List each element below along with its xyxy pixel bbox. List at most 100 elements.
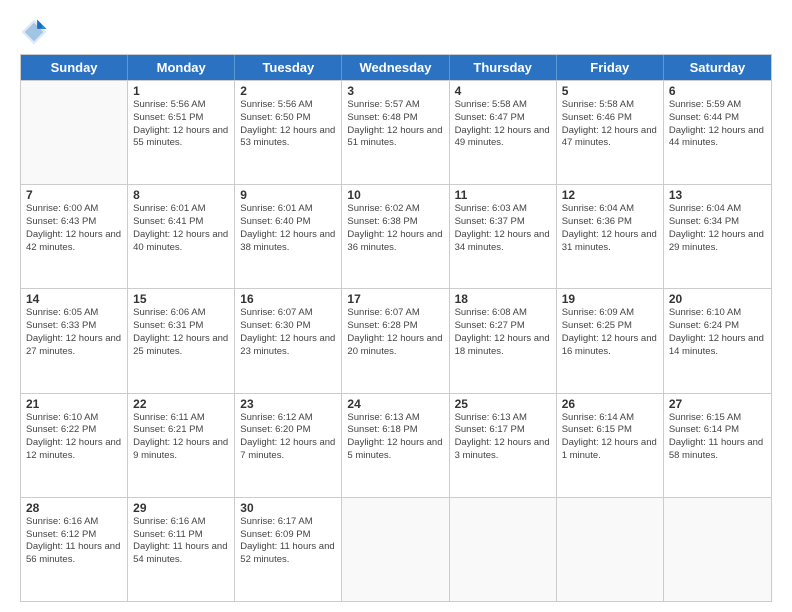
day-info: Sunrise: 6:09 AMSunset: 6:25 PMDaylight:…: [562, 307, 658, 358]
calendar-cell: 22Sunrise: 6:11 AMSunset: 6:21 PMDayligh…: [128, 394, 235, 497]
day-number: 6: [669, 84, 766, 98]
calendar-cell: 18Sunrise: 6:08 AMSunset: 6:27 PMDayligh…: [450, 289, 557, 392]
calendar-cell: 9Sunrise: 6:01 AMSunset: 6:40 PMDaylight…: [235, 185, 342, 288]
calendar-cell: [557, 498, 664, 601]
calendar-cell: 30Sunrise: 6:17 AMSunset: 6:09 PMDayligh…: [235, 498, 342, 601]
day-number: 11: [455, 188, 551, 202]
day-info: Sunrise: 6:02 AMSunset: 6:38 PMDaylight:…: [347, 203, 443, 254]
day-info: Sunrise: 6:15 AMSunset: 6:14 PMDaylight:…: [669, 412, 766, 463]
day-number: 23: [240, 397, 336, 411]
calendar-cell: 24Sunrise: 6:13 AMSunset: 6:18 PMDayligh…: [342, 394, 449, 497]
day-number: 2: [240, 84, 336, 98]
calendar-week-1: 1Sunrise: 5:56 AMSunset: 6:51 PMDaylight…: [21, 80, 771, 184]
calendar-day-header: Saturday: [664, 55, 771, 80]
day-info: Sunrise: 6:14 AMSunset: 6:15 PMDaylight:…: [562, 412, 658, 463]
day-number: 21: [26, 397, 122, 411]
day-number: 18: [455, 292, 551, 306]
day-info: Sunrise: 6:05 AMSunset: 6:33 PMDaylight:…: [26, 307, 122, 358]
calendar-header-row: SundayMondayTuesdayWednesdayThursdayFrid…: [21, 55, 771, 80]
day-number: 8: [133, 188, 229, 202]
day-info: Sunrise: 5:58 AMSunset: 6:46 PMDaylight:…: [562, 99, 658, 150]
day-info: Sunrise: 5:56 AMSunset: 6:51 PMDaylight:…: [133, 99, 229, 150]
day-info: Sunrise: 5:58 AMSunset: 6:47 PMDaylight:…: [455, 99, 551, 150]
day-info: Sunrise: 6:04 AMSunset: 6:34 PMDaylight:…: [669, 203, 766, 254]
day-number: 4: [455, 84, 551, 98]
calendar-cell: 14Sunrise: 6:05 AMSunset: 6:33 PMDayligh…: [21, 289, 128, 392]
calendar-cell: 15Sunrise: 6:06 AMSunset: 6:31 PMDayligh…: [128, 289, 235, 392]
logo-icon: [20, 18, 48, 46]
day-info: Sunrise: 6:16 AMSunset: 6:11 PMDaylight:…: [133, 516, 229, 567]
day-info: Sunrise: 6:10 AMSunset: 6:22 PMDaylight:…: [26, 412, 122, 463]
calendar-cell: [664, 498, 771, 601]
calendar-cell: 21Sunrise: 6:10 AMSunset: 6:22 PMDayligh…: [21, 394, 128, 497]
day-number: 14: [26, 292, 122, 306]
day-info: Sunrise: 5:56 AMSunset: 6:50 PMDaylight:…: [240, 99, 336, 150]
day-info: Sunrise: 5:59 AMSunset: 6:44 PMDaylight:…: [669, 99, 766, 150]
day-info: Sunrise: 6:12 AMSunset: 6:20 PMDaylight:…: [240, 412, 336, 463]
calendar-cell: [342, 498, 449, 601]
calendar-day-header: Tuesday: [235, 55, 342, 80]
day-info: Sunrise: 6:08 AMSunset: 6:27 PMDaylight:…: [455, 307, 551, 358]
calendar-cell: 27Sunrise: 6:15 AMSunset: 6:14 PMDayligh…: [664, 394, 771, 497]
calendar-cell: 8Sunrise: 6:01 AMSunset: 6:41 PMDaylight…: [128, 185, 235, 288]
calendar-cell: 19Sunrise: 6:09 AMSunset: 6:25 PMDayligh…: [557, 289, 664, 392]
day-info: Sunrise: 6:06 AMSunset: 6:31 PMDaylight:…: [133, 307, 229, 358]
calendar-cell: 25Sunrise: 6:13 AMSunset: 6:17 PMDayligh…: [450, 394, 557, 497]
calendar-day-header: Monday: [128, 55, 235, 80]
day-number: 27: [669, 397, 766, 411]
day-number: 30: [240, 501, 336, 515]
calendar-day-header: Sunday: [21, 55, 128, 80]
day-info: Sunrise: 6:13 AMSunset: 6:18 PMDaylight:…: [347, 412, 443, 463]
day-number: 26: [562, 397, 658, 411]
calendar-cell: 11Sunrise: 6:03 AMSunset: 6:37 PMDayligh…: [450, 185, 557, 288]
day-number: 24: [347, 397, 443, 411]
day-info: Sunrise: 6:01 AMSunset: 6:40 PMDaylight:…: [240, 203, 336, 254]
calendar-cell: 29Sunrise: 6:16 AMSunset: 6:11 PMDayligh…: [128, 498, 235, 601]
day-info: Sunrise: 6:17 AMSunset: 6:09 PMDaylight:…: [240, 516, 336, 567]
calendar-cell: 3Sunrise: 5:57 AMSunset: 6:48 PMDaylight…: [342, 81, 449, 184]
day-number: 9: [240, 188, 336, 202]
day-number: 15: [133, 292, 229, 306]
calendar: SundayMondayTuesdayWednesdayThursdayFrid…: [20, 54, 772, 602]
calendar-cell: 10Sunrise: 6:02 AMSunset: 6:38 PMDayligh…: [342, 185, 449, 288]
day-info: Sunrise: 6:10 AMSunset: 6:24 PMDaylight:…: [669, 307, 766, 358]
calendar-cell: 2Sunrise: 5:56 AMSunset: 6:50 PMDaylight…: [235, 81, 342, 184]
day-info: Sunrise: 6:07 AMSunset: 6:28 PMDaylight:…: [347, 307, 443, 358]
day-number: 7: [26, 188, 122, 202]
day-number: 20: [669, 292, 766, 306]
calendar-cell: 23Sunrise: 6:12 AMSunset: 6:20 PMDayligh…: [235, 394, 342, 497]
day-number: 3: [347, 84, 443, 98]
day-number: 22: [133, 397, 229, 411]
day-info: Sunrise: 6:00 AMSunset: 6:43 PMDaylight:…: [26, 203, 122, 254]
calendar-day-header: Thursday: [450, 55, 557, 80]
calendar-cell: [450, 498, 557, 601]
header: [20, 18, 772, 46]
calendar-cell: 12Sunrise: 6:04 AMSunset: 6:36 PMDayligh…: [557, 185, 664, 288]
calendar-cell: 6Sunrise: 5:59 AMSunset: 6:44 PMDaylight…: [664, 81, 771, 184]
day-number: 25: [455, 397, 551, 411]
day-number: 16: [240, 292, 336, 306]
day-info: Sunrise: 6:13 AMSunset: 6:17 PMDaylight:…: [455, 412, 551, 463]
calendar-cell: 1Sunrise: 5:56 AMSunset: 6:51 PMDaylight…: [128, 81, 235, 184]
day-number: 12: [562, 188, 658, 202]
day-number: 10: [347, 188, 443, 202]
calendar-week-3: 14Sunrise: 6:05 AMSunset: 6:33 PMDayligh…: [21, 288, 771, 392]
day-info: Sunrise: 6:16 AMSunset: 6:12 PMDaylight:…: [26, 516, 122, 567]
calendar-week-5: 28Sunrise: 6:16 AMSunset: 6:12 PMDayligh…: [21, 497, 771, 601]
logo: [20, 18, 52, 46]
day-number: 28: [26, 501, 122, 515]
calendar-cell: [21, 81, 128, 184]
day-info: Sunrise: 6:01 AMSunset: 6:41 PMDaylight:…: [133, 203, 229, 254]
day-number: 17: [347, 292, 443, 306]
calendar-body: 1Sunrise: 5:56 AMSunset: 6:51 PMDaylight…: [21, 80, 771, 601]
calendar-cell: 5Sunrise: 5:58 AMSunset: 6:46 PMDaylight…: [557, 81, 664, 184]
day-info: Sunrise: 6:07 AMSunset: 6:30 PMDaylight:…: [240, 307, 336, 358]
calendar-cell: 4Sunrise: 5:58 AMSunset: 6:47 PMDaylight…: [450, 81, 557, 184]
day-number: 19: [562, 292, 658, 306]
calendar-cell: 13Sunrise: 6:04 AMSunset: 6:34 PMDayligh…: [664, 185, 771, 288]
calendar-day-header: Friday: [557, 55, 664, 80]
day-info: Sunrise: 6:11 AMSunset: 6:21 PMDaylight:…: [133, 412, 229, 463]
calendar-week-4: 21Sunrise: 6:10 AMSunset: 6:22 PMDayligh…: [21, 393, 771, 497]
day-number: 5: [562, 84, 658, 98]
calendar-cell: 26Sunrise: 6:14 AMSunset: 6:15 PMDayligh…: [557, 394, 664, 497]
